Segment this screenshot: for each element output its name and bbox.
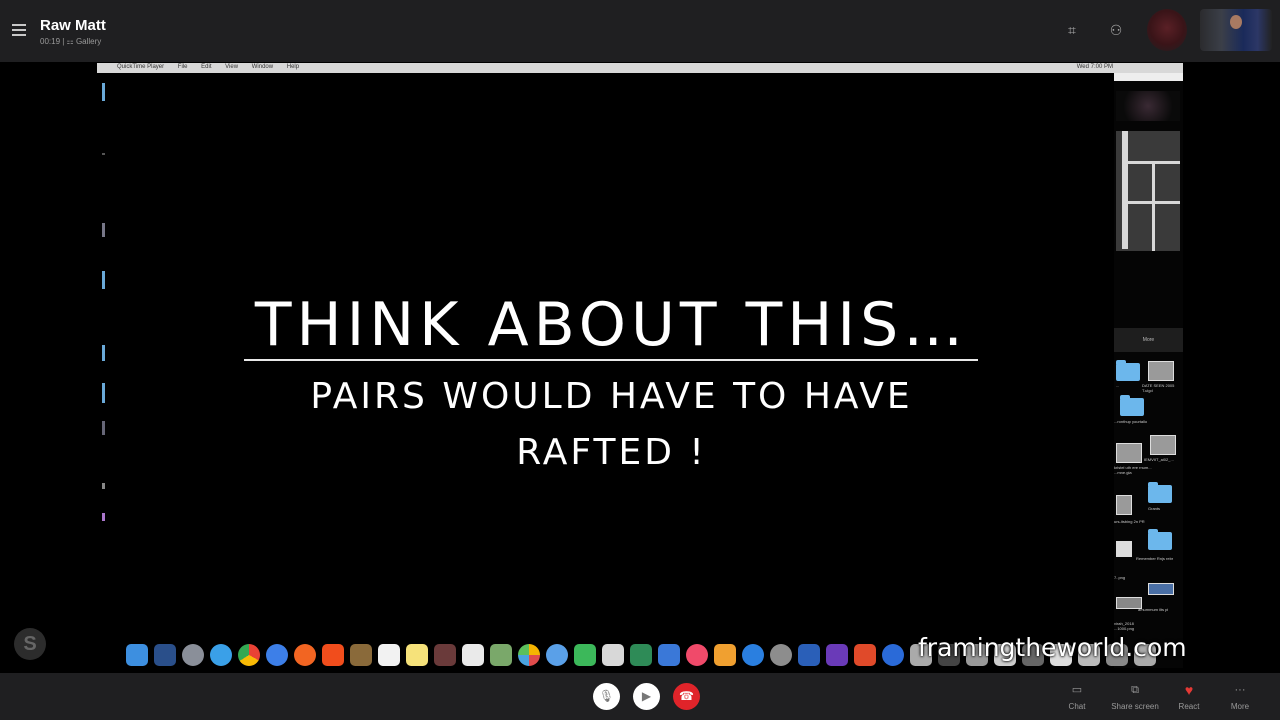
dropbox-icon[interactable]: [798, 644, 820, 666]
file-label: kristel uth ere rnum... ...mne.gia: [1114, 465, 1152, 475]
hang-up-button[interactable]: ☎: [673, 683, 700, 710]
menu-icon[interactable]: [12, 24, 26, 36]
numbers-icon[interactable]: [630, 644, 652, 666]
mac-menu-help[interactable]: Help: [287, 64, 299, 70]
share-screen-button[interactable]: ⧉ Share screen: [1105, 683, 1165, 711]
folder-icon[interactable]: [1116, 360, 1140, 381]
file-icon[interactable]: [1116, 443, 1142, 463]
file-label: urs-itsbing 2n PR: [1114, 519, 1145, 524]
finder-icon[interactable]: [126, 644, 148, 666]
more-button[interactable]: More: [1114, 328, 1183, 352]
messages-icon[interactable]: [546, 644, 568, 666]
shared-screen: QuickTime Player File Edit View Window H…: [97, 63, 1183, 673]
calendar-icon[interactable]: [378, 644, 400, 666]
slide-title: THINK ABOUT THIS…: [254, 290, 969, 360]
chat-button[interactable]: ▭ Chat: [1047, 683, 1107, 711]
mac-menu-view[interactable]: View: [225, 64, 238, 70]
layout-icon[interactable]: ⌗: [1062, 20, 1082, 40]
slide-divider: [244, 359, 978, 361]
file-icon[interactable]: [1116, 495, 1132, 515]
file-label: Remember Rnjs rebr: [1136, 556, 1174, 561]
presentation-slide: THINK ABOUT THIS… PAIRS WOULD HAVE TO HA…: [97, 73, 1113, 673]
system-preferences-icon[interactable]: [770, 644, 792, 666]
facetime-icon[interactable]: [574, 644, 596, 666]
file-label: ...ronthup yourtallo: [1114, 419, 1148, 424]
safari-icon[interactable]: [210, 644, 232, 666]
file-label: 7..png: [1114, 575, 1126, 580]
file-icon[interactable]: [1148, 361, 1174, 381]
app-store-icon[interactable]: [266, 644, 288, 666]
imovie-icon[interactable]: [826, 644, 848, 666]
brave-icon[interactable]: [322, 644, 344, 666]
camera-button[interactable]: ▶: [633, 683, 660, 710]
file-label: DATE SEEN 2005 T.ulgd: [1142, 383, 1175, 393]
app-icon[interactable]: [882, 644, 904, 666]
notes-icon[interactable]: [350, 644, 372, 666]
mac-menu-edit[interactable]: Edit: [201, 64, 211, 70]
mac-menu: QuickTime Player File Edit View Window H…: [117, 64, 311, 70]
more-options-button[interactable]: ··· More: [1210, 683, 1270, 711]
reminders-icon[interactable]: [602, 644, 624, 666]
thumbnail[interactable]: [1114, 73, 1183, 81]
brave-icon[interactable]: [854, 644, 876, 666]
music-icon[interactable]: [686, 644, 708, 666]
file-label: virah_2018 ...1000.png: [1114, 621, 1135, 631]
s-badge: S: [14, 628, 46, 660]
thumbnail[interactable]: [1116, 91, 1180, 121]
chrome-icon[interactable]: [238, 644, 260, 666]
more-label: More: [1230, 702, 1250, 711]
mac-menu-app[interactable]: QuickTime Player: [117, 64, 164, 70]
preview-icon[interactable]: [490, 644, 512, 666]
participant-video[interactable]: [1200, 9, 1272, 51]
top-bar: Raw Matt 00:19 | ⚏ Gallery ⌗ ⚇: [0, 0, 1280, 62]
meeting-timer[interactable]: 00:19 | ⚏ Gallery: [40, 37, 101, 46]
mac-menu-window[interactable]: Window: [252, 64, 273, 70]
textedit-icon[interactable]: [462, 644, 484, 666]
participants-icon[interactable]: ⚇: [1106, 20, 1126, 40]
photos-icon[interactable]: [518, 644, 540, 666]
mac-clock: Wed 7:00 PM: [1076, 64, 1113, 70]
app-icon[interactable]: [154, 644, 176, 666]
file-icon[interactable]: [1148, 583, 1174, 595]
firefox-icon[interactable]: [294, 644, 316, 666]
folder-icon[interactable]: [1148, 529, 1172, 550]
slide-line-1: PAIRS WOULD HAVE TO HAVE: [310, 376, 913, 417]
meeting-title: Raw Matt: [40, 17, 106, 34]
desktop-sidebar: More ... DATE SEEN 2005 T.ulgd ...ronthu…: [1114, 73, 1183, 668]
chat-label: Chat: [1068, 702, 1086, 711]
chat-icon: ▭: [1071, 684, 1083, 696]
slide-subtitle: PAIRS WOULD HAVE TO HAVE RAFTED !: [244, 369, 979, 481]
books-icon[interactable]: [714, 644, 736, 666]
mac-menu-file[interactable]: File: [178, 64, 188, 70]
mac-menubar: QuickTime Player File Edit View Window H…: [97, 63, 1183, 73]
keynote-icon[interactable]: [658, 644, 680, 666]
watermark: framingtheworld.com: [918, 633, 1187, 662]
file-label: IEMVIIT_ai02_...: [1144, 457, 1174, 462]
photo-booth-icon[interactable]: [434, 644, 456, 666]
folder-icon[interactable]: [1148, 482, 1172, 503]
stickies-icon[interactable]: [406, 644, 428, 666]
bottom-bar: 🎙 ▶ ☎ ▭ Chat ⧉ Share screen ♥ React ··· …: [0, 673, 1280, 720]
file-label: amummum ilts pi: [1138, 607, 1169, 612]
share-screen-icon: ⧉: [1131, 684, 1139, 696]
window-photo[interactable]: [1116, 131, 1180, 251]
more-icon: ···: [1234, 684, 1246, 696]
folder-icon[interactable]: [1120, 395, 1144, 416]
file-icon[interactable]: [1116, 541, 1132, 557]
participant-avatar[interactable]: [1147, 9, 1187, 51]
microphone-button[interactable]: 🎙: [593, 683, 620, 710]
slide-line-2: RAFTED !: [516, 432, 707, 473]
file-icon[interactable]: [1150, 435, 1176, 455]
app-store-icon[interactable]: [742, 644, 764, 666]
launchpad-icon[interactable]: [182, 644, 204, 666]
file-label: Grants: [1148, 506, 1161, 511]
share-screen-label: Share screen: [1111, 702, 1159, 711]
